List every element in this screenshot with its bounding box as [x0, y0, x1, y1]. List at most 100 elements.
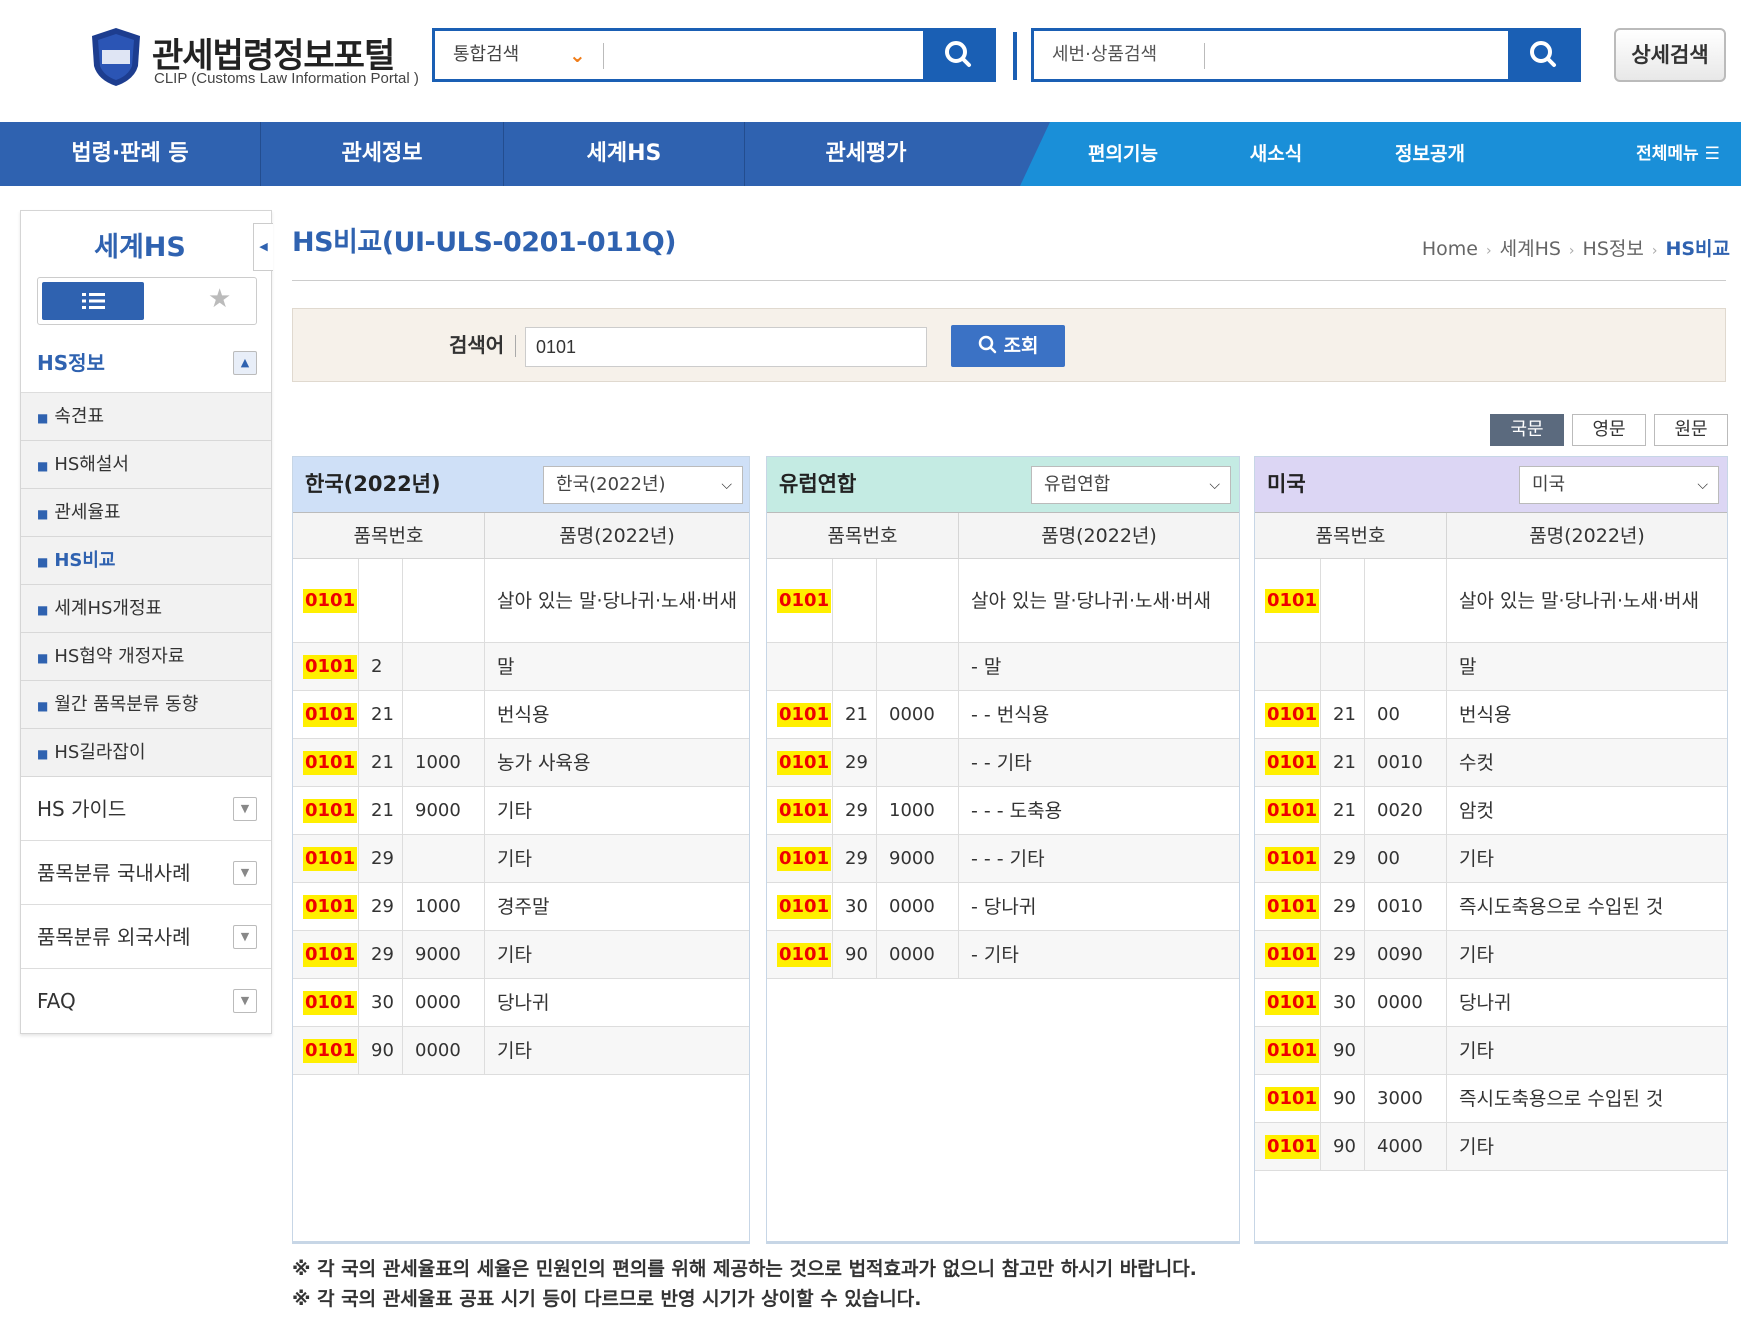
sidebar-section-domestic-cases[interactable]: 품목분류 국내사례 ▼ [21, 841, 271, 905]
subheading-cell [1321, 643, 1365, 690]
country-select[interactable]: 미국 ⌵ [1519, 466, 1719, 504]
breadcrumb-world-hs[interactable]: 세계HS [1500, 238, 1561, 260]
sidebar-item-monthly-trend[interactable]: ■ 월간 품목분류 동향 [21, 681, 271, 729]
table-row[interactable]: 0101 살아 있는 말·당나귀·노새·버새 [293, 559, 749, 643]
table-row[interactable]: 0101 29 9000 - - - 기타 [767, 835, 1239, 883]
national-code-cell: 0000 [877, 691, 959, 738]
table-row[interactable]: 0101 21 0020 암컷 [1255, 787, 1727, 835]
sidebar-item-hs-guide[interactable]: ■ HS길라잡이 [21, 729, 271, 777]
chevron-down-icon[interactable]: ▼ [233, 797, 257, 821]
site-logo[interactable]: 관세법령정보포털 CLIP (Customs Law Information P… [88, 22, 428, 94]
table-row[interactable]: 0101 살아 있는 말·당나귀·노새·버새 [1255, 559, 1727, 643]
hs-code-cell: 0101 [293, 691, 359, 738]
item-name-cell: 당나귀 [1459, 991, 1512, 1014]
chevron-down-icon[interactable]: ⌄ [569, 31, 586, 79]
subheading-cell: 90 [359, 1027, 403, 1074]
subheading-cell: 29 [359, 883, 403, 930]
sidebar-item-hs-commentary[interactable]: ■ HS해설서 [21, 441, 271, 489]
table-row[interactable]: 0101 30 0000 당나귀 [293, 979, 749, 1027]
tab-original[interactable]: 원문 [1654, 414, 1728, 446]
nav-world-hs[interactable]: 세계HS [504, 122, 744, 186]
query-button[interactable]: 조회 [951, 325, 1065, 367]
country-select[interactable]: 유럽연합 ⌵ [1031, 466, 1231, 504]
item-name-cell: 말 [1459, 655, 1477, 678]
table-row[interactable]: 0101 29 1000 경주말 [293, 883, 749, 931]
table-row[interactable]: 0101 29 9000 기타 [293, 931, 749, 979]
table-row[interactable]: 0101 29 기타 [293, 835, 749, 883]
search-button[interactable] [923, 31, 993, 79]
table-row[interactable]: 0101 30 0000 - 당나귀 [767, 883, 1239, 931]
tab-korean[interactable]: 국문 [1490, 414, 1564, 446]
table-row[interactable]: 0101 21 0000 - - 번식용 [767, 691, 1239, 739]
country-select[interactable]: 한국(2022년) ⌵ [543, 466, 743, 504]
sidebar-item-hs-compare[interactable]: ■ HS비교 [21, 537, 271, 585]
chevron-right-icon: › [1651, 243, 1658, 259]
table-row[interactable]: 0101 29 - - 기타 [767, 739, 1239, 787]
list-tab[interactable] [42, 282, 144, 320]
sidebar-section-faq[interactable]: FAQ ▼ [21, 969, 271, 1033]
collapse-left-icon[interactable]: ◀ [253, 223, 273, 271]
table-row[interactable]: 0101 29 00 기타 [1255, 835, 1727, 883]
nav-news[interactable]: 새소식 [1220, 122, 1332, 186]
table-row[interactable]: 0101 살아 있는 말·당나귀·노새·버새 [767, 559, 1239, 643]
hs-code-cell: 0101 [1255, 739, 1321, 786]
national-code-cell: 0090 [1365, 931, 1447, 978]
sidebar-item-hs-revision-table[interactable]: ■ 세계HS개정표 [21, 585, 271, 633]
breadcrumb-hs-info[interactable]: HS정보 [1583, 238, 1644, 260]
search-icon [945, 41, 971, 67]
chevron-right-icon: › [1568, 243, 1575, 259]
nav-convenience[interactable]: 편의기능 [1070, 122, 1176, 186]
chevron-down-icon[interactable]: ▼ [233, 861, 257, 885]
hs-code-highlight: 0101 [1265, 942, 1320, 967]
tab-english[interactable]: 영문 [1572, 414, 1646, 446]
sidebar-item-quick-table[interactable]: ■ 속견표 [21, 393, 271, 441]
chevron-down-icon[interactable]: ▼ [233, 925, 257, 949]
table-row[interactable]: 0101 21 번식용 [293, 691, 749, 739]
sidebar-section-hs-info[interactable]: HS정보 ▲ [21, 333, 271, 393]
detail-search-button[interactable]: 상세검색 [1614, 28, 1726, 82]
table-row[interactable]: 0101 21 00 번식용 [1255, 691, 1727, 739]
search-icon [978, 335, 996, 354]
chevron-up-icon[interactable]: ▲ [233, 351, 257, 375]
sidebar-item-label: HS협약 개정자료 [54, 646, 185, 667]
table-row[interactable]: 0101 90 4000 기타 [1255, 1123, 1727, 1171]
table-row[interactable]: 0101 90 0000 기타 [293, 1027, 749, 1075]
breadcrumb-home[interactable]: Home [1422, 238, 1478, 260]
table-row[interactable]: 0101 29 1000 - - - 도축용 [767, 787, 1239, 835]
sidebar-item-tariff-table[interactable]: ■ 관세율표 [21, 489, 271, 537]
item-name-cell: 번식용 [497, 703, 550, 726]
table-row[interactable]: 0101 21 1000 농가 사육용 [293, 739, 749, 787]
subheading-cell [833, 559, 877, 642]
hs-search-input[interactable] [1212, 35, 1502, 75]
table-row[interactable]: 0101 29 0010 즉시도축용으로 수입된 것 [1255, 883, 1727, 931]
chevron-down-icon[interactable]: ▼ [233, 989, 257, 1013]
table-row[interactable]: - 말 [767, 643, 1239, 691]
sidebar-item-hs-convention[interactable]: ■ HS협약 개정자료 [21, 633, 271, 681]
nav-customs-info[interactable]: 관세정보 [261, 122, 503, 186]
integrated-search-input[interactable] [611, 35, 901, 75]
star-icon[interactable]: ★ [208, 284, 231, 314]
sidebar-section-hs-guide[interactable]: HS 가이드 ▼ [21, 777, 271, 841]
table-row[interactable]: 0101 29 0090 기타 [1255, 931, 1727, 979]
keyword-input[interactable] [525, 327, 927, 367]
divider [1204, 43, 1205, 69]
sidebar-section-foreign-cases[interactable]: 품목분류 외국사례 ▼ [21, 905, 271, 969]
table-row[interactable]: 0101 90 0000 - 기타 [767, 931, 1239, 979]
hs-code-highlight: 0101 [1265, 702, 1320, 727]
nav-all-menu[interactable]: 전체메뉴 ☰ [1620, 122, 1736, 186]
hs-search-button[interactable] [1508, 31, 1578, 79]
table-row[interactable]: 0101 2 말 [293, 643, 749, 691]
table-row[interactable]: 0101 21 9000 기타 [293, 787, 749, 835]
table-row[interactable]: 0101 90 기타 [1255, 1027, 1727, 1075]
nav-disclosure[interactable]: 정보공개 [1376, 122, 1484, 186]
subheading-cell: 29 [1321, 883, 1365, 930]
table-row[interactable]: 0101 21 0010 수컷 [1255, 739, 1727, 787]
table-row[interactable]: 0101 90 3000 즉시도축용으로 수입된 것 [1255, 1075, 1727, 1123]
table-row[interactable]: 말 [1255, 643, 1727, 691]
bullet-icon: ■ [37, 459, 49, 473]
table-row[interactable]: 0101 30 0000 당나귀 [1255, 979, 1727, 1027]
nav-laws[interactable]: 법령·판례 등 [0, 122, 260, 186]
nav-valuation[interactable]: 관세평가 [745, 122, 987, 186]
hs-code-cell: 0101 [1255, 691, 1321, 738]
logo-subtitle: CLIP (Customs Law Information Portal ) [154, 70, 419, 87]
